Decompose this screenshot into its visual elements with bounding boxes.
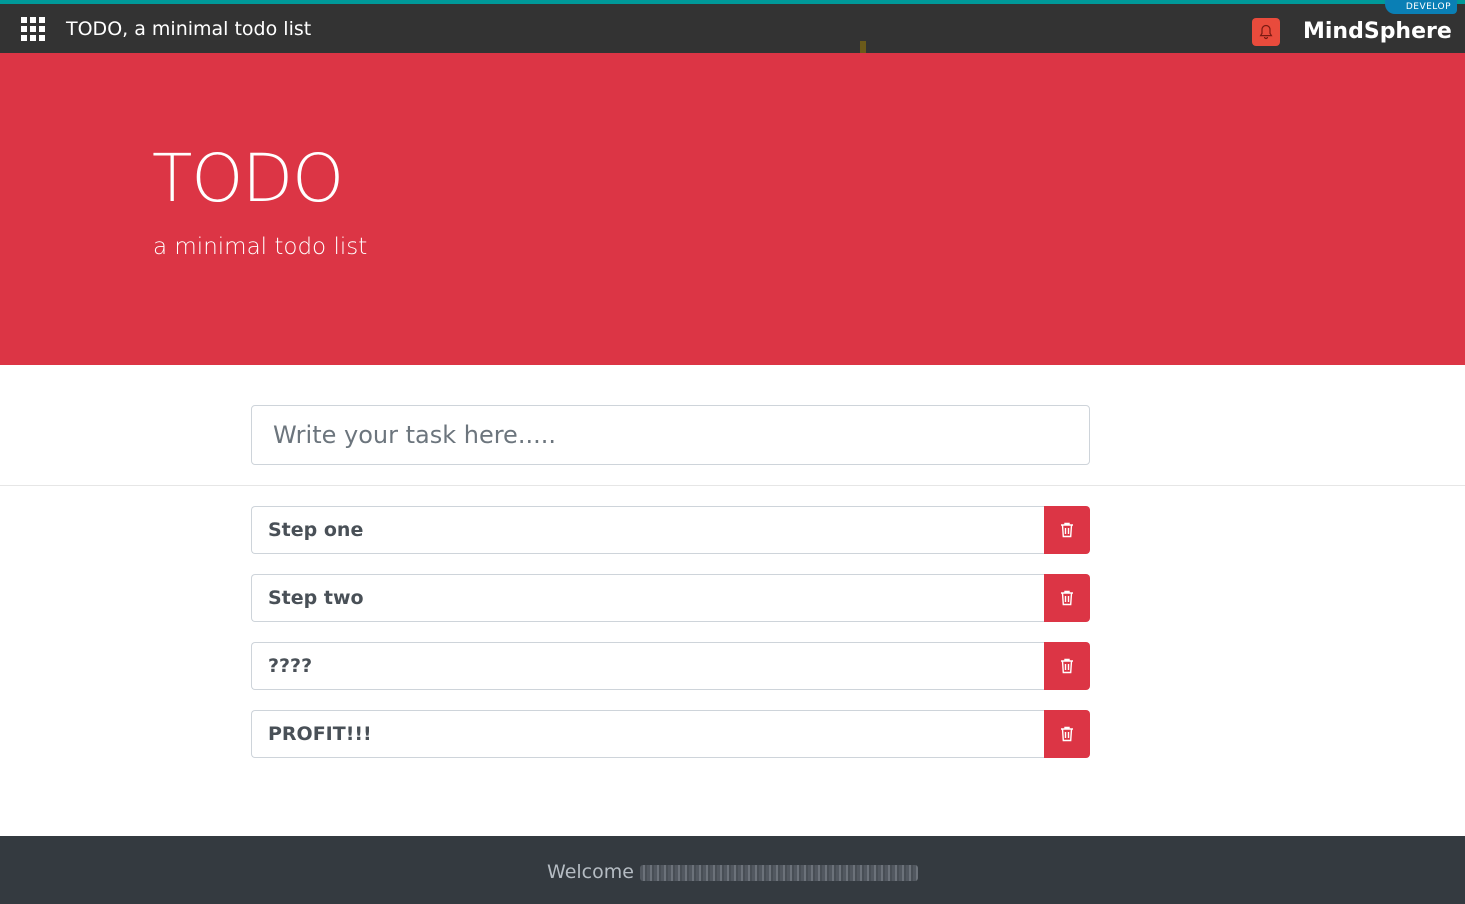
grid-icon[interactable] [21, 17, 45, 41]
welcome-label: Welcome [547, 861, 634, 883]
trash-icon [1061, 658, 1073, 674]
new-task-input[interactable] [251, 405, 1090, 465]
hero-banner: TODO a minimal todo list [0, 53, 1465, 365]
divider [0, 485, 1465, 486]
masked-user-email [639, 864, 918, 881]
delete-todo-button[interactable] [1044, 710, 1090, 758]
delete-todo-button[interactable] [1044, 506, 1090, 554]
todo-text[interactable]: ???? [251, 642, 1044, 690]
todo-item: Step one [251, 506, 1090, 554]
delete-todo-button[interactable] [1044, 574, 1090, 622]
todo-item: ???? [251, 642, 1090, 690]
bell-icon [1259, 24, 1273, 40]
todo-list: Step one Step two ???? PROFIT!!! [251, 506, 1090, 778]
welcome-message: Welcome [0, 860, 1465, 884]
page-title: TODO [152, 140, 344, 217]
todo-item: PROFIT!!! [251, 710, 1090, 758]
trash-icon [1061, 726, 1073, 742]
brand-logo: MindSphere [1303, 19, 1452, 44]
notifications-button[interactable] [1252, 18, 1280, 46]
app-title: TODO, a minimal todo list [66, 18, 312, 40]
todo-item: Step two [251, 574, 1090, 622]
trash-icon [1061, 522, 1073, 538]
footer: Welcome [0, 836, 1465, 904]
todo-text[interactable]: Step two [251, 574, 1044, 622]
top-bar: TODO, a minimal todo list MindSphere [0, 4, 1465, 59]
todo-text[interactable]: Step one [251, 506, 1044, 554]
environment-badge: DEVELOP [1385, 0, 1457, 14]
trash-icon [1061, 590, 1073, 606]
todo-text[interactable]: PROFIT!!! [251, 710, 1044, 758]
page-subtitle: a minimal todo list [153, 234, 368, 260]
delete-todo-button[interactable] [1044, 642, 1090, 690]
